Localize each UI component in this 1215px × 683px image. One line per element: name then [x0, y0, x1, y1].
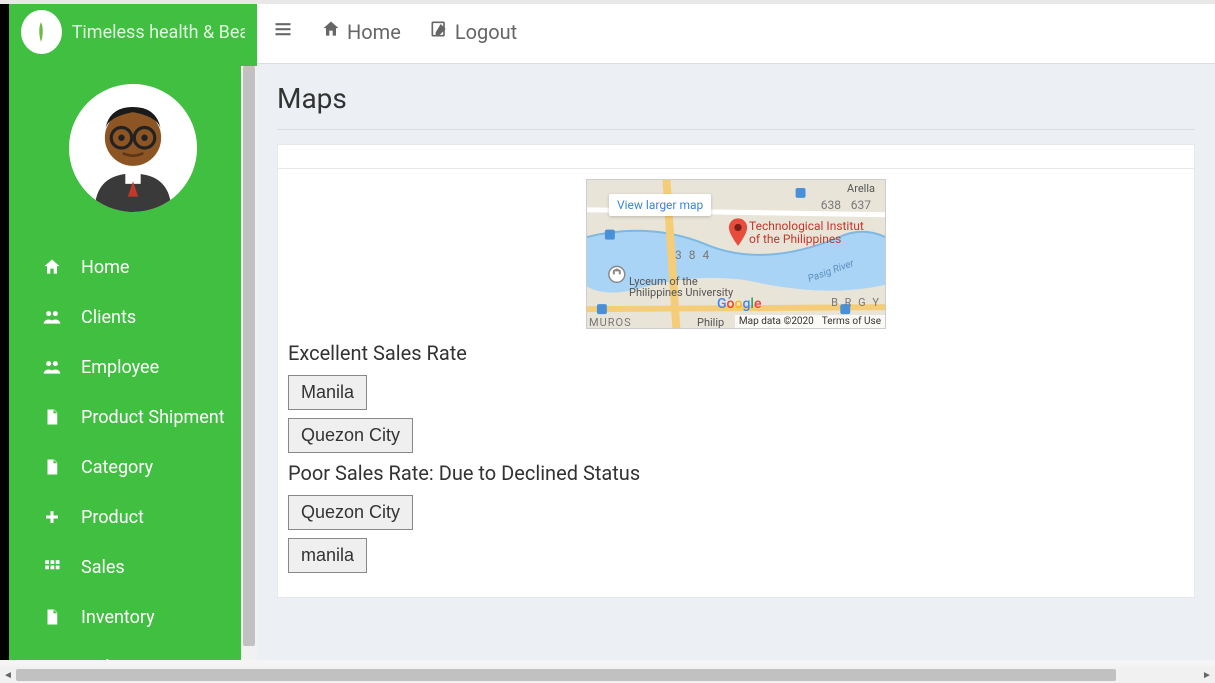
view-larger-map-button[interactable]: View larger map	[609, 194, 711, 216]
title-divider	[277, 129, 1195, 130]
sidebar-item-orders[interactable]: Orders	[9, 642, 257, 660]
cart-icon	[41, 656, 63, 660]
map-label-638: 638	[821, 198, 841, 212]
file-icon	[41, 406, 63, 428]
map-label-philip: Philip	[697, 316, 724, 329]
poor-sales-label: Poor Sales Rate: Due to Declined Status	[288, 461, 1184, 485]
sidebar-item-label: Employee	[81, 357, 159, 378]
sidebar-item-label: Sales	[81, 557, 125, 578]
topbar-home-link[interactable]: Home	[321, 19, 401, 44]
sidebar-item-inventory[interactable]: Inventory	[9, 592, 257, 642]
map-footer: Map data ©2020 Terms of Use	[735, 315, 885, 328]
map-pin-icon	[727, 218, 749, 252]
sidebar-item-label: Category	[81, 457, 153, 478]
sidebar-item-home[interactable]: Home	[9, 242, 257, 292]
menu-toggle-icon[interactable]	[273, 19, 293, 45]
pin-label-line1: Technological Institut	[749, 219, 864, 233]
sidebar-item-employee[interactable]: Employee	[9, 342, 257, 392]
file-icon	[41, 606, 63, 628]
scrollbar-track[interactable]	[16, 669, 1199, 681]
city-button-manila[interactable]: Manila	[288, 375, 367, 410]
topbar-logout-link[interactable]: Logout	[429, 19, 517, 44]
sidebar-menu: Home Clients Employee Product Shipment C…	[9, 242, 257, 660]
topbar-logout-label: Logout	[455, 20, 517, 44]
map-container: View larger map Technological Institut o…	[288, 179, 1184, 329]
main-content: Home Logout Maps	[257, 0, 1215, 660]
sidebar-item-category[interactable]: Category	[9, 442, 257, 492]
map-label-lyceum: Lyceum of thePhilippines University	[629, 276, 733, 298]
embedded-map[interactable]: View larger map Technological Institut o…	[586, 179, 886, 329]
city-button-manila-poor[interactable]: manila	[288, 538, 367, 573]
scroll-left-icon[interactable]: ◄	[0, 667, 16, 683]
scroll-right-icon[interactable]: ►	[1199, 667, 1215, 683]
left-strip	[0, 0, 9, 660]
panel-header-strip	[277, 144, 1195, 168]
sidebar-item-product[interactable]: Product	[9, 492, 257, 542]
sidebar-item-label: Clients	[81, 307, 136, 328]
map-data-label: Map data ©2020	[739, 316, 814, 327]
sidebar-item-label: Orders	[81, 657, 134, 661]
users-icon	[41, 356, 63, 378]
map-label-arella: Arella	[847, 182, 875, 195]
map-label-muros: MUROS	[589, 316, 632, 329]
brand-logo	[21, 10, 62, 54]
sidebar-scrollbar[interactable]	[241, 66, 257, 660]
sidebar-item-clients[interactable]: Clients	[9, 292, 257, 342]
home-icon	[321, 19, 341, 44]
map-pin-label: Technological Institut of the Philippine…	[749, 220, 864, 246]
horizontal-scrollbar[interactable]: ◄ ►	[0, 667, 1215, 683]
sidebar-item-label: Product Shipment	[81, 407, 225, 428]
avatar-image	[69, 84, 197, 212]
scrollbar-thumb[interactable]	[16, 669, 1116, 681]
grid-icon	[41, 556, 63, 578]
city-button-quezon-city[interactable]: Quezon City	[288, 418, 413, 453]
avatar-container	[9, 66, 257, 242]
home-icon	[41, 256, 63, 278]
app-root: Timeless health & Beau	[0, 0, 1215, 683]
edit-icon	[429, 19, 449, 44]
sidebar-item-product-shipment[interactable]: Product Shipment	[9, 392, 257, 442]
sidebar-header: Timeless health & Beau	[9, 0, 257, 66]
panel-body: View larger map Technological Institut o…	[277, 168, 1195, 598]
topbar: Home Logout	[257, 0, 1215, 64]
brand-name: Timeless health & Beau	[72, 22, 245, 43]
map-terms-link[interactable]: Terms of Use	[822, 316, 881, 327]
map-label-384: 3 8 4	[675, 248, 711, 262]
sidebar-item-label: Inventory	[81, 607, 155, 628]
file-icon	[41, 456, 63, 478]
sidebar-item-label: Home	[81, 257, 129, 278]
window-top-border	[0, 0, 1215, 4]
sidebar-item-label: Product	[81, 507, 144, 528]
page-title: Maps	[277, 82, 1195, 115]
plus-icon	[41, 506, 63, 528]
content-area: Maps	[257, 64, 1215, 660]
topbar-home-label: Home	[347, 20, 401, 44]
city-button-quezon-city-poor[interactable]: Quezon City	[288, 495, 413, 530]
sidebar-body: Home Clients Employee Product Shipment C…	[9, 66, 257, 660]
excellent-sales-label: Excellent Sales Rate	[288, 341, 1184, 365]
pin-label-line2: of the Philippines	[749, 232, 841, 246]
google-logo: Google	[717, 296, 761, 312]
users-icon	[41, 306, 63, 328]
sidebar-item-sales[interactable]: Sales	[9, 542, 257, 592]
map-label-brgy: B R G Y	[831, 296, 881, 309]
leaf-icon	[26, 17, 56, 47]
map-label-637: 637	[851, 198, 871, 212]
sidebar: Timeless health & Beau	[9, 0, 257, 660]
avatar	[69, 84, 197, 212]
sidebar-scrollbar-thumb[interactable]	[243, 66, 255, 646]
